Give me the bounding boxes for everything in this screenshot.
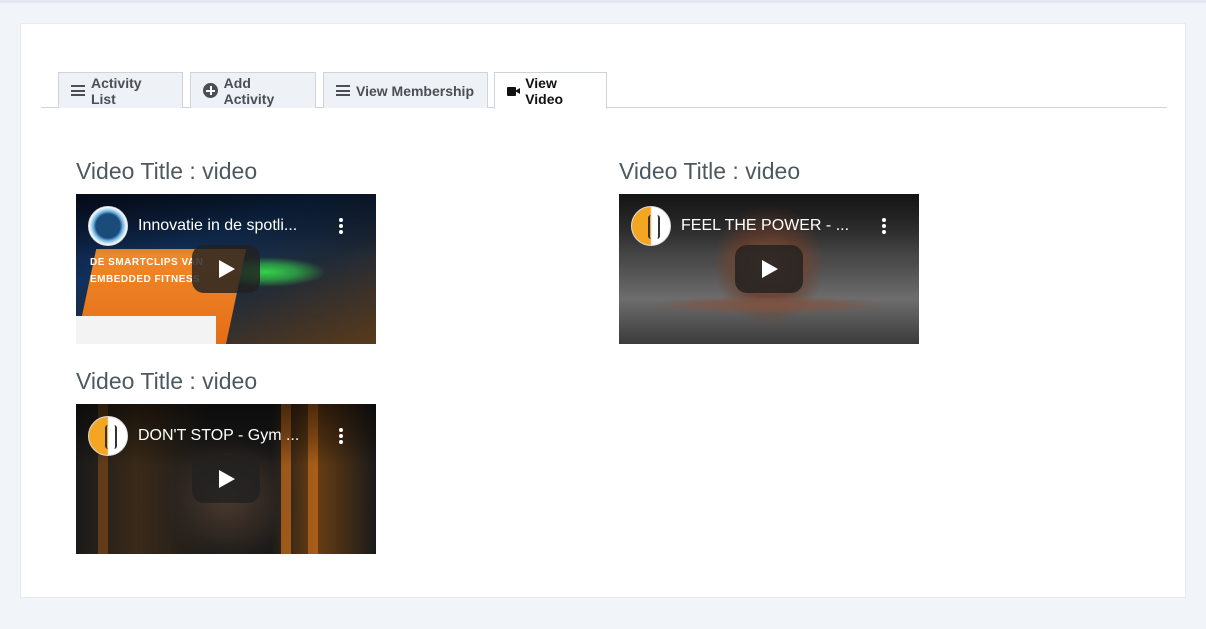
video-player[interactable]: DON'T STOP - Gym ... [76, 404, 376, 554]
tab-add-activity[interactable]: Add Activity [190, 72, 316, 108]
video-card: Video Title : video DE SMARTCLIPS VAN EM… [76, 157, 376, 344]
more-options-icon[interactable] [339, 428, 343, 444]
tab-label: Add Activity [223, 74, 275, 107]
thumbnail-graphic [76, 316, 216, 344]
player-title[interactable]: DON'T STOP - Gym ... [138, 426, 338, 446]
plus-circle-icon [203, 83, 218, 98]
channel-avatar[interactable] [88, 206, 128, 246]
more-options-icon[interactable] [339, 218, 343, 234]
tab-activity-list[interactable]: Activity List [58, 72, 183, 108]
video-player[interactable]: FEEL THE POWER - ... [619, 194, 919, 344]
content-panel: Activity List Add Activity View Membersh… [20, 23, 1186, 598]
play-button-icon[interactable] [192, 455, 260, 503]
channel-avatar[interactable] [88, 416, 128, 456]
video-title: Video Title : video [76, 368, 258, 394]
thumbnail-graphic [649, 294, 889, 316]
thumbnail-text: DE SMARTCLIPS VAN EMBEDDED FITNESS [90, 257, 203, 285]
video-player[interactable]: DE SMARTCLIPS VAN EMBEDDED FITNESS Innov… [76, 194, 376, 344]
video-card: Video Title : video DON'T STOP - Gym ... [76, 367, 376, 554]
more-options-icon[interactable] [882, 218, 886, 234]
tab-label: Activity List [90, 74, 142, 107]
list-icon [71, 85, 85, 96]
player-title[interactable]: FEEL THE POWER - ... [681, 216, 881, 236]
channel-avatar[interactable] [631, 206, 671, 246]
tab-view-video[interactable]: View Video [494, 72, 607, 109]
list-icon [336, 85, 350, 96]
video-camera-icon [507, 86, 520, 96]
tab-view-membership[interactable]: View Membership [323, 72, 488, 108]
video-title: Video Title : video [619, 158, 801, 184]
video-card: Video Title : video FEEL THE POWER - ... [619, 157, 919, 344]
play-button-icon[interactable] [735, 245, 803, 293]
video-title: Video Title : video [76, 158, 258, 184]
tab-label: View Video [525, 75, 564, 107]
player-title[interactable]: Innovatie in de spotli... [138, 216, 338, 236]
tab-bar: Activity List Add Activity View Membersh… [41, 72, 1167, 109]
play-button-icon[interactable] [192, 245, 260, 293]
top-border [0, 0, 1206, 3]
tab-label: View Membership [356, 82, 475, 99]
